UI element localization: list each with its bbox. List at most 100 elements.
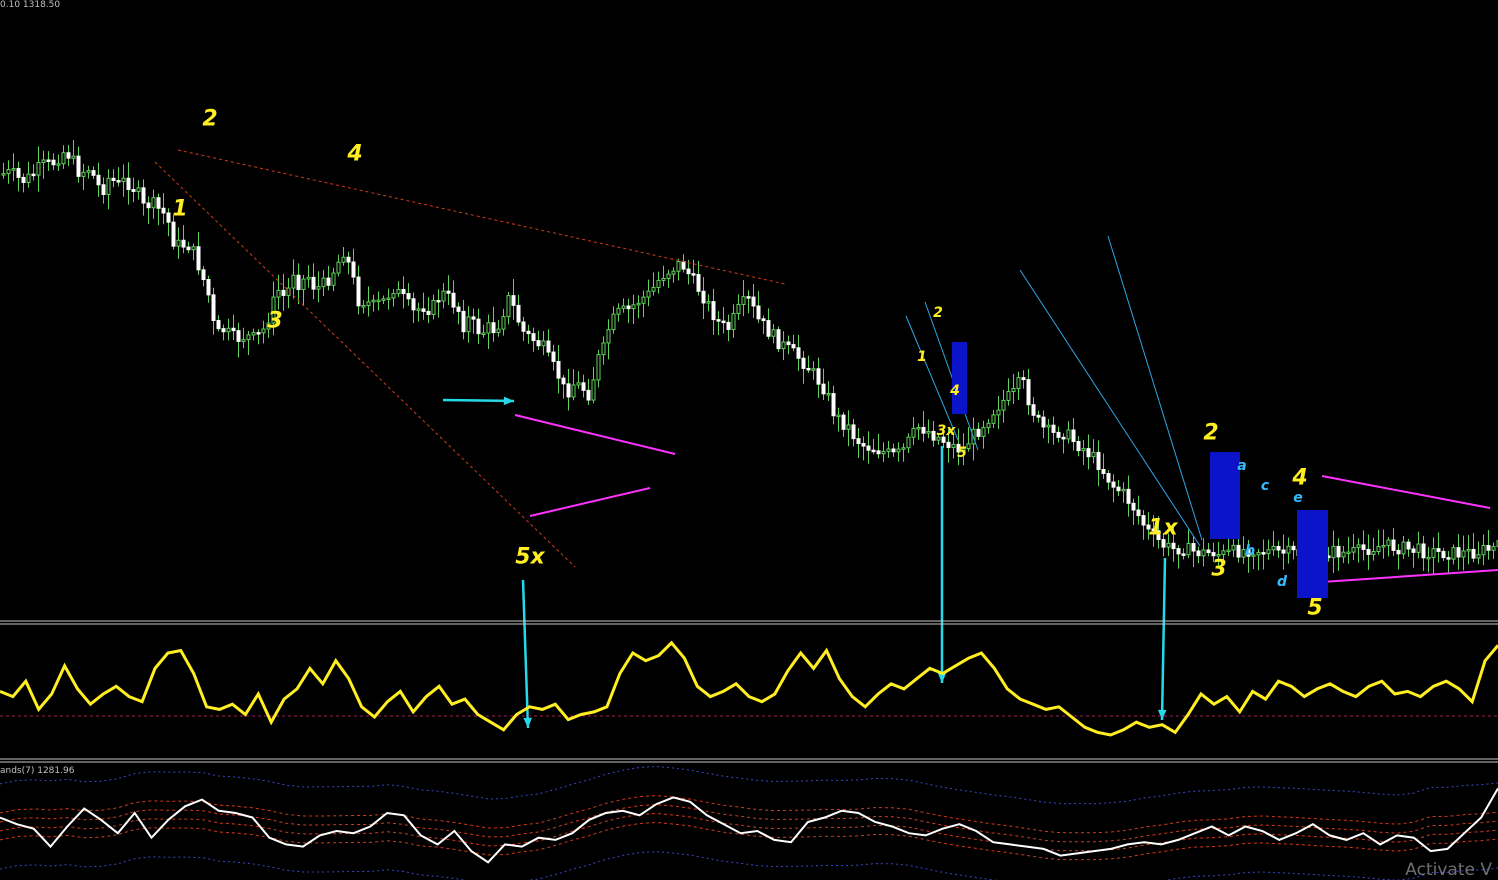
candle-body [636,302,641,306]
candle-body [486,322,491,334]
candle-body [356,276,361,307]
candle-body [1396,549,1401,555]
candle-body [231,327,236,332]
candle-body [121,177,126,183]
candle-body [131,189,136,192]
candle-body [1356,544,1361,549]
candle-body [381,298,386,301]
candle-body [751,296,756,307]
wave-label: 5 [1307,596,1322,621]
candle-body [1066,429,1071,440]
candle-body [766,320,771,337]
candle-body [1386,539,1391,546]
candle-body [976,428,981,437]
candle-body [561,377,566,385]
candle-body [436,299,441,303]
candle-body [276,289,281,298]
candle-body [536,340,541,347]
candle-body [1256,552,1261,556]
candle-body [481,332,486,336]
candle-body [476,318,481,335]
candle-body [326,277,331,286]
candle-body [1091,451,1096,458]
candle-body [161,207,166,214]
candle-body [186,246,191,251]
candle-body [651,286,656,292]
candle-body [361,305,366,308]
candle-body [856,438,861,445]
candle-body [931,430,936,441]
candle-body [1436,548,1441,552]
candle-body [426,310,431,315]
candle-body [71,155,76,159]
candle-body [16,168,21,178]
candle-body [641,296,646,304]
candle-body [881,450,886,455]
candle-body [876,450,881,455]
candle-body [551,351,556,362]
candle-body [296,274,301,291]
candle-body [206,279,211,296]
candle-body [401,289,406,295]
candle-body [1021,377,1026,381]
candle-body [1051,424,1056,433]
candle-body [826,393,831,396]
candle-body [1101,469,1106,474]
candle-body [431,299,436,315]
candle-body [1086,448,1091,458]
candle-body [871,449,876,453]
candle-body [41,159,46,164]
candle-body [851,424,856,440]
candle-body [171,221,176,247]
candle-body [861,443,866,447]
candle-body [1286,545,1291,554]
price-chart-svg: 24135x2143x51x2345abcde [0,0,1498,880]
candle-body [746,296,751,299]
candle-body [1191,543,1196,552]
candle-body [311,276,316,290]
candle-body [1046,424,1051,428]
candle-body [216,320,221,330]
candle-body [926,430,931,434]
candle-body [1426,556,1431,560]
candle-body [261,328,266,334]
wave-label: 3 [1211,557,1226,582]
candle-body [51,159,56,166]
candle-body [341,256,346,263]
candle-body [1,173,6,176]
candle-body [91,170,96,176]
wave-label: 4 [346,142,362,167]
candle-body [1231,544,1236,551]
candle-body [601,342,606,356]
wave-sublabel: e [1293,490,1303,506]
candle-body [136,187,141,192]
candle-body [966,443,971,450]
candle-body [986,422,991,429]
candle-body [1276,545,1281,551]
candle-body [1111,481,1116,488]
candle-body [1266,549,1271,555]
candle-body [256,332,261,335]
candle-body [681,261,686,270]
candle-body [1121,488,1126,492]
candle-body [596,354,601,381]
candle-body [911,427,916,438]
candle-body [251,332,256,336]
candle-body [321,277,326,288]
candle-body [556,360,561,379]
candle-body [421,308,426,312]
candle-body [201,269,206,281]
candle-body [1476,554,1481,559]
candle-body [101,184,106,195]
candle-body [696,274,701,292]
candle-body [1376,546,1381,552]
candle-body [581,382,586,391]
candle-body [1206,549,1211,554]
wave-label: 4 [949,383,960,399]
candle-body [1221,550,1226,555]
candle-body [656,279,661,288]
candle-body [461,310,466,333]
candle-body [821,383,826,395]
candle-body [866,445,871,451]
candle-body [1261,552,1266,555]
